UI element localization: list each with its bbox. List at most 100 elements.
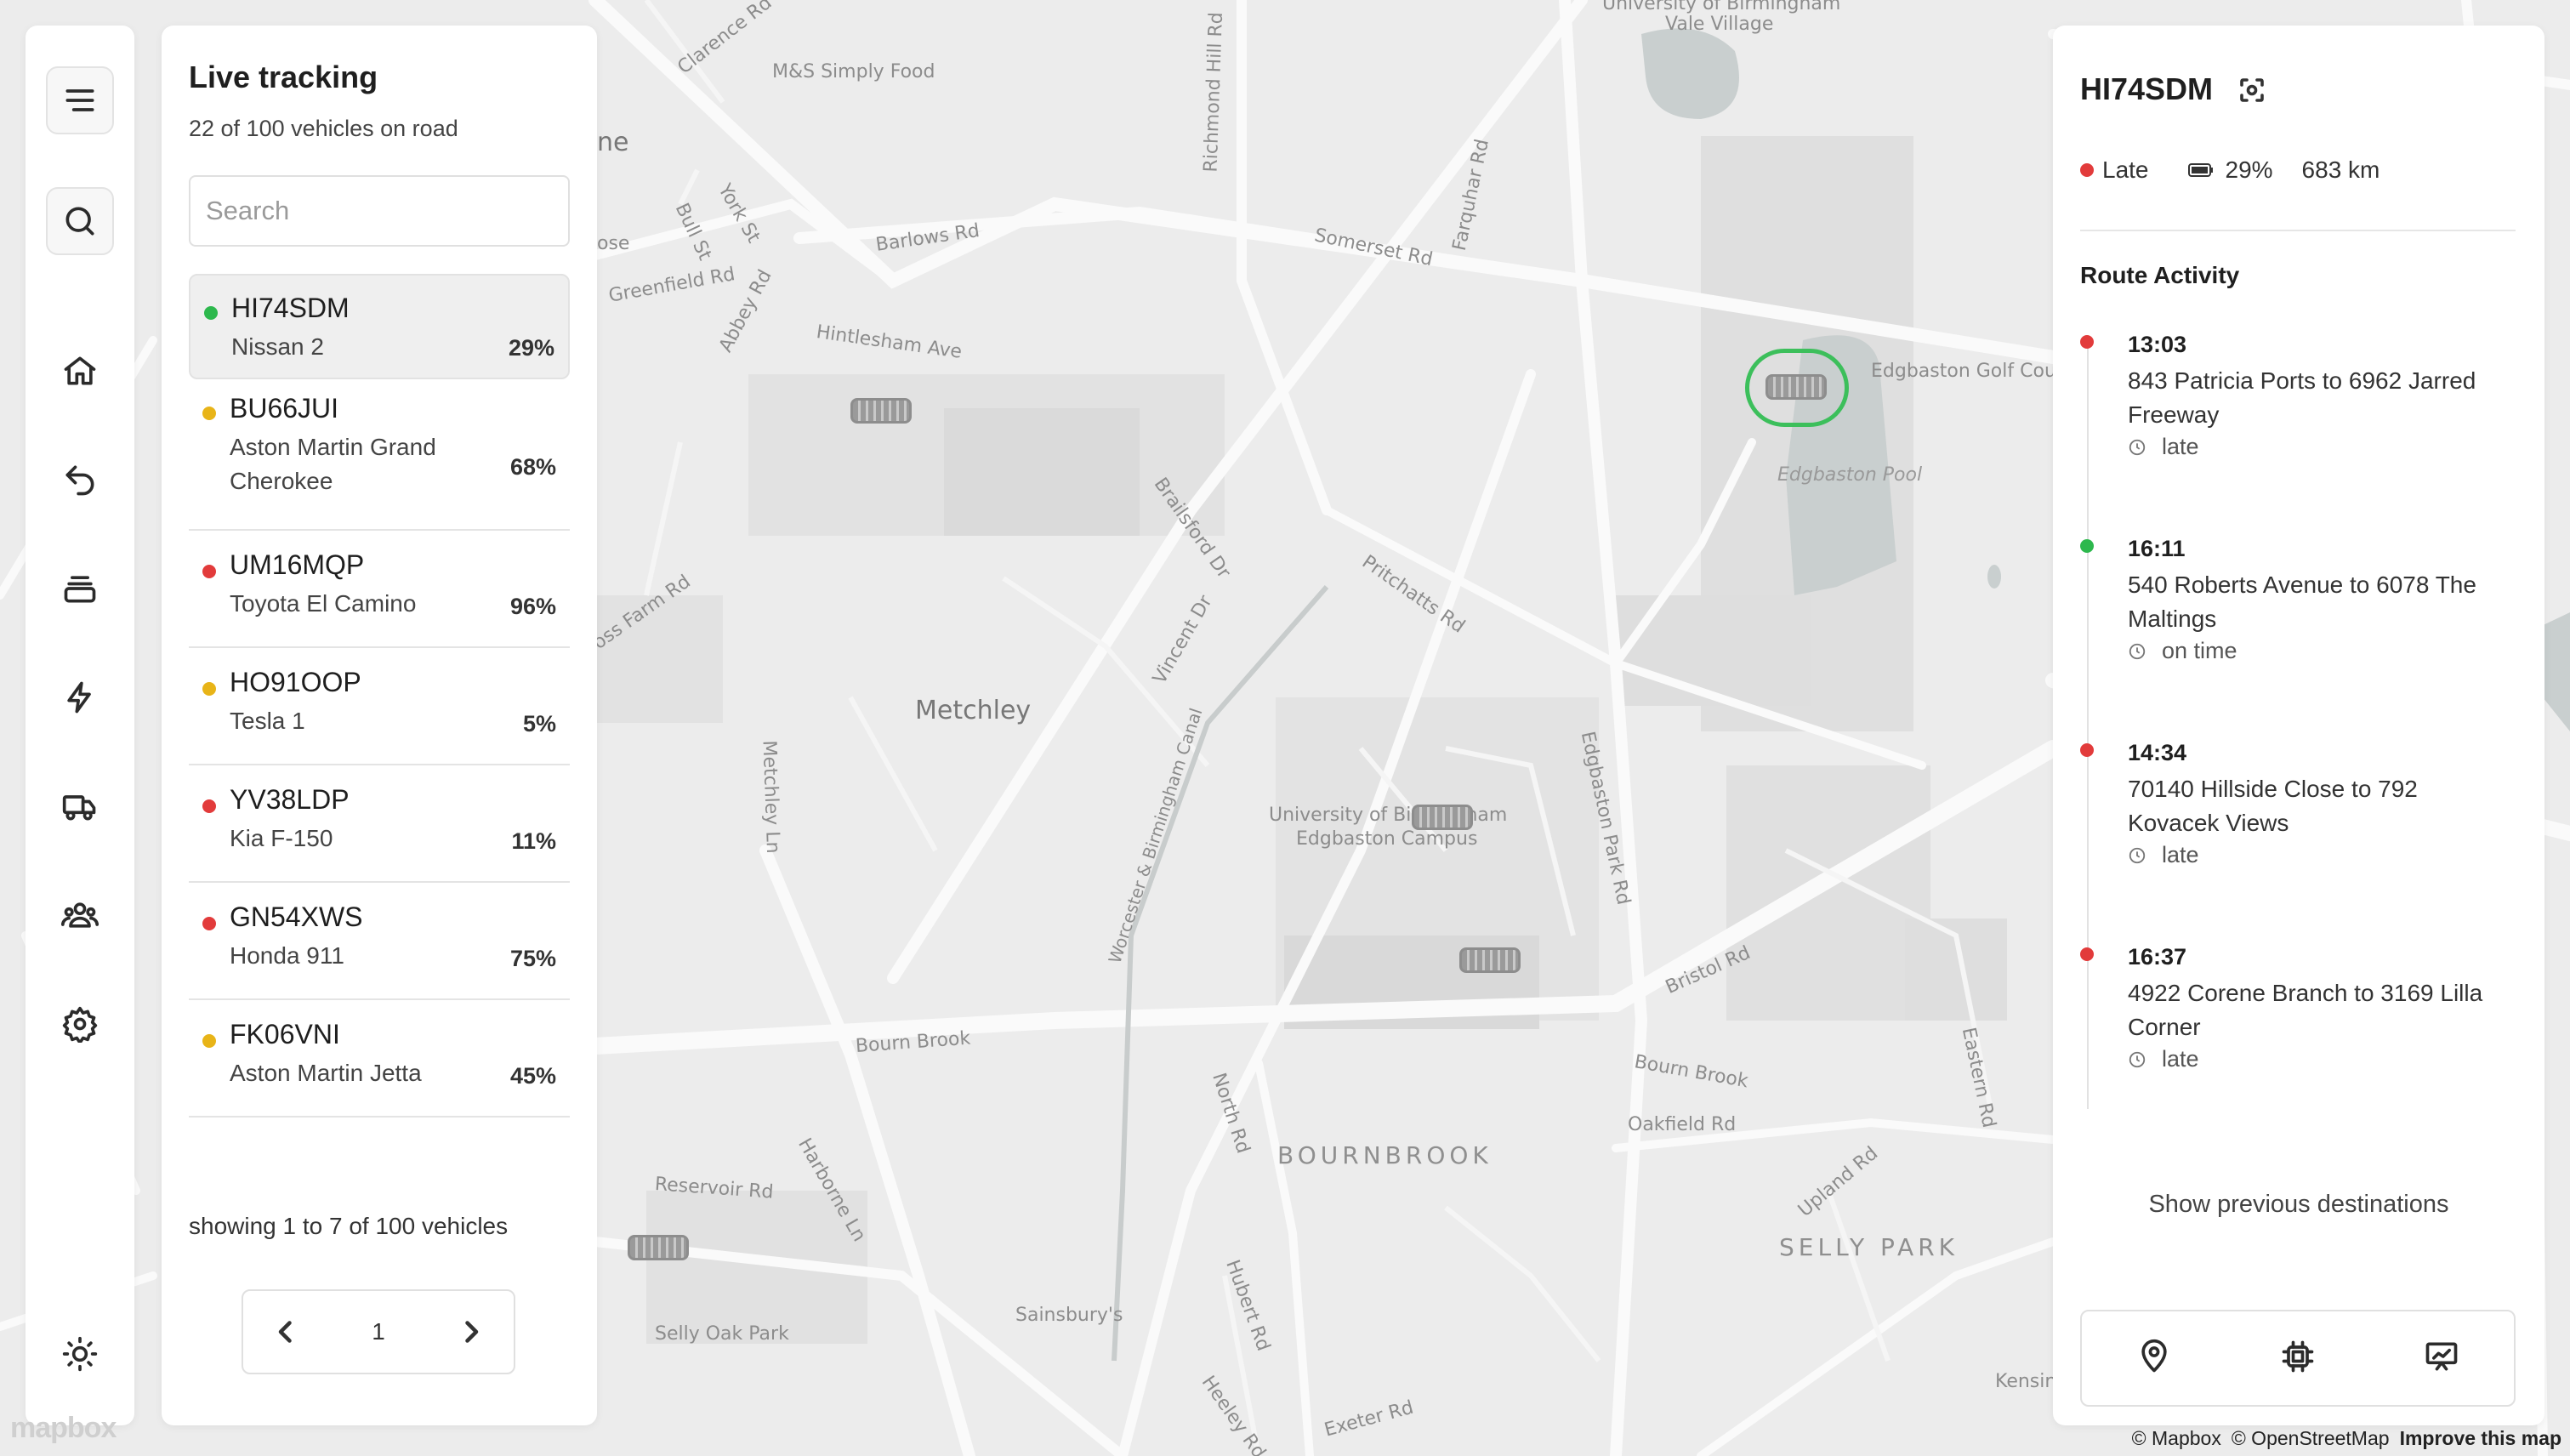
stop-status: late [2128,434,2199,460]
vehicle-marker[interactable] [628,1235,689,1260]
stop-status-dot [2080,743,2094,757]
stop-route: 540 Roberts Avenue to 6078 The Maltings [2128,572,2476,632]
theme-toggle-button[interactable] [46,1320,114,1388]
search-button[interactable] [46,187,114,255]
vehicle-model: Kia F-150 [230,825,333,851]
hardware-button[interactable] [2279,1338,2317,1379]
prev-page-button[interactable] [269,1315,303,1349]
improve-map-link[interactable]: Improve this map [2400,1427,2561,1450]
vehicle-plate: GN54XWS [230,901,363,932]
vehicle-row[interactable]: FK06VNI Aston Martin Jetta 45% [189,1000,570,1118]
map-label-metchley-ln: Metchley Ln [758,740,784,854]
detail-actions [2080,1310,2516,1407]
vehicle-battery: 11% [511,828,556,854]
vehicle-plate: YV38LDP [230,784,350,815]
map-label-kensin: Kensin [1995,1371,2057,1392]
search-input[interactable] [189,175,570,247]
stop-time: 13:03 [2128,332,2187,357]
vehicle-battery: 45% [509,1063,556,1089]
stop-status: on time [2128,638,2237,664]
stop-status-label: late [2162,434,2199,459]
divider [2080,230,2516,231]
vehicle-row[interactable]: BU66JUI Aston Martin Grand Cherokee 68% [189,379,570,531]
users-button[interactable] [46,881,114,949]
vehicle-row[interactable]: UM16MQP Toyota El Camino 96% [189,531,570,648]
vehicle-plate: HI74SDM [231,293,350,323]
map-label-edge-ne: ne [597,128,629,157]
vehicle-plate: FK06VNI [230,1019,340,1049]
clock-icon [2129,643,2146,659]
vehicle-battery: 75% [509,946,556,971]
map-label-university-top: University of Birmingham [1602,0,1841,14]
map-label-edge-ose: ose [597,233,630,254]
stop-status: late [2128,842,2199,868]
map-label-sainsburys: Sainsbury's [1015,1305,1123,1326]
vehicle-row-selected[interactable]: HI74SDM Nissan 2 29% [189,274,570,379]
status-dot [202,407,216,420]
vehicle-plate: BU66JUI [230,393,339,424]
clock-icon [2129,847,2146,863]
vehicle-model: Aston Martin Grand Cherokee [230,434,436,494]
detail-battery: 29% [2225,156,2273,183]
chevron-right-icon [465,1321,479,1343]
bolt-button[interactable] [46,663,114,731]
map-label-ms: M&S Simply Food [772,61,935,82]
menu-button[interactable] [46,66,114,134]
vehicle-row[interactable]: GN54XWS Honda 911 75% [189,883,570,1000]
undo-button[interactable] [46,446,114,514]
vehicle-marker[interactable] [1412,805,1473,830]
vehicle-battery: 29% [508,335,554,361]
stop-time: 16:37 [2128,944,2187,970]
show-previous-destinations-link[interactable]: Show previous destinations [2053,1191,2544,1219]
detail-range: 683 km [2301,156,2380,183]
battery-icon [2187,163,2213,177]
route-stop[interactable]: 16:11 540 Roberts Avenue to 6078 The Mal… [2080,536,2522,689]
truck-button[interactable] [46,772,114,840]
status-dot [202,682,216,696]
map-pin-icon [2141,1339,2167,1372]
detail-stats: Late 29% 683 km [2080,156,2380,184]
analytics-button[interactable] [2423,1338,2460,1379]
menu-icon [65,89,94,111]
home-button[interactable] [46,337,114,405]
route-stop[interactable]: 13:03 843 Patricia Ports to 6962 Jarred … [2080,332,2522,485]
map-label-pool: Edgbaston Pool [1777,464,1923,486]
status-dot [2080,163,2094,177]
osm-attribution-link[interactable]: © OpenStreetMap [2232,1427,2390,1450]
vehicle-plate: UM16MQP [230,549,365,580]
settings-button[interactable] [46,990,114,1058]
map-label-edgbaston-campus: Edgbaston Campus [1296,828,1478,850]
route-stop[interactable]: 14:34 70140 Hillside Close to 792 Kovace… [2080,740,2522,893]
vehicle-row[interactable]: YV38LDP Kia F-150 11% [189,765,570,883]
vehicle-model: Toyota El Camino [230,590,417,617]
vehicle-row[interactable]: HO91OOP Tesla 1 5% [189,648,570,765]
map-label-oakfield: Oakfield Rd [1628,1114,1737,1135]
focus-icon [2240,78,2264,102]
vehicle-battery: 5% [522,711,556,737]
status-dot [202,799,216,813]
vehicles-on-road-count: 22 of 100 vehicles on road [189,116,458,141]
icon-rail [26,26,134,1425]
mapbox-logo[interactable]: mapbox [10,1412,117,1445]
map-label-golf: Edgbaston Golf Cours [1871,361,2074,382]
next-page-button[interactable] [454,1315,488,1349]
map-label-bournbrook: BOURNBROOK [1277,1141,1493,1169]
route-activity-title: Route Activity [2080,262,2240,288]
archive-button[interactable] [46,555,114,623]
detail-status: Late [2102,156,2149,183]
route-stop[interactable]: 16:37 4922 Corene Branch to 3169 Lilla C… [2080,944,2522,1097]
chart-icon [2425,1342,2458,1370]
detail-plate: HI74SDM [2080,71,2214,106]
vehicle-detail-panel: HI74SDM Late 29% 683 km Route Activity 1… [2053,26,2544,1425]
status-dot [204,306,218,320]
location-button[interactable] [2135,1338,2173,1379]
clock-icon [2129,1051,2146,1067]
vehicle-marker[interactable] [850,398,912,424]
mapbox-attribution-link[interactable]: © Mapbox [2132,1427,2221,1450]
vehicle-marker[interactable] [1459,947,1521,973]
vehicle-plate: HO91OOP [230,667,361,697]
focus-vehicle-button[interactable] [2237,75,2267,105]
current-page: 1 [372,1318,385,1345]
selected-vehicle-marker[interactable] [1765,374,1827,400]
map-label-selly-oak-park: Selly Oak Park [655,1323,789,1345]
